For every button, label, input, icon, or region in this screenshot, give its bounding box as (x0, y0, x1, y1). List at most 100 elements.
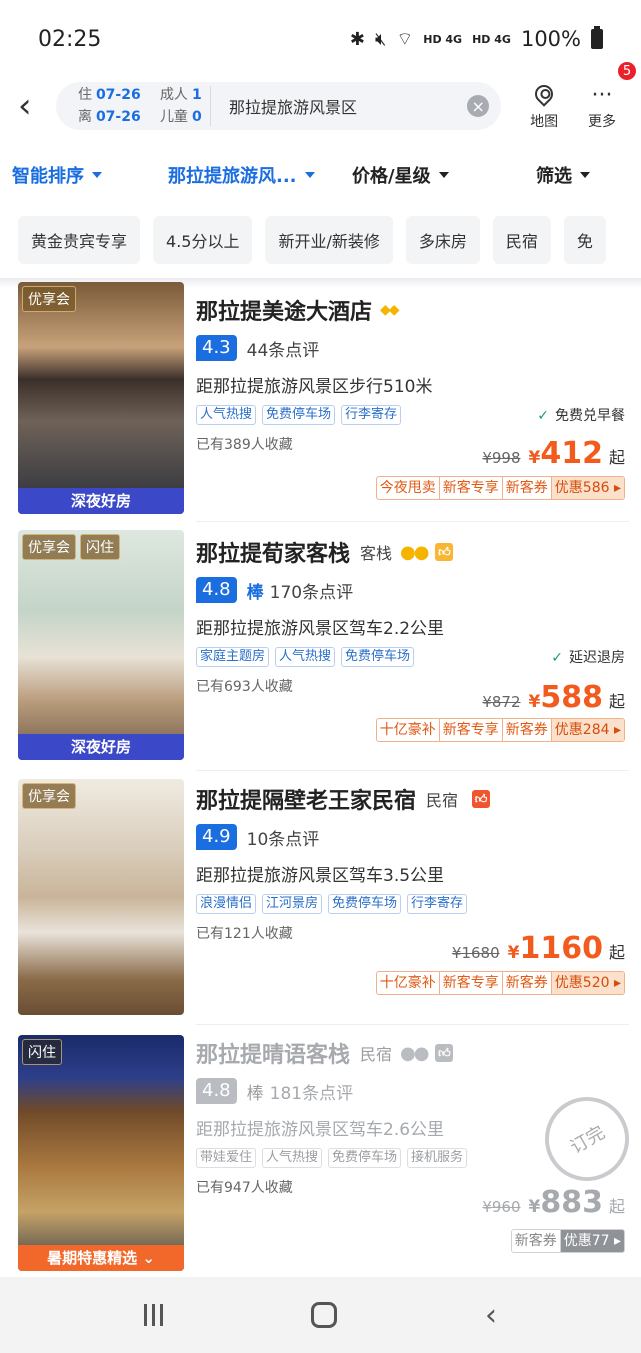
battery-level: 100% (520, 27, 581, 51)
search-header: ‹ 住 07-26 成人 1 离 07-26 儿童 0 那拉提旅游风景区 × 地图 ··… (0, 61, 641, 134)
currency: ¥ (507, 943, 520, 963)
hotel-photo[interactable]: 优享会 深夜好房 (18, 282, 184, 514)
photo-banner: 暑期特惠精选 ⌄ (18, 1245, 184, 1271)
price-row: ¥998 ¥ 412 起 (482, 436, 625, 471)
review-count: 44条点评 (246, 340, 320, 361)
photo-tag: 闪住 (22, 1039, 62, 1065)
feature-tag: 行李寄存 (407, 894, 468, 914)
network-1: HD 4G (423, 32, 463, 46)
sort-bar: 智能排序 那拉提旅游风... 价格/星级 筛选 (0, 134, 641, 216)
search-box[interactable]: 住 07-26 成人 1 离 07-26 儿童 0 那拉提旅游风景区 × (55, 82, 502, 130)
home-icon[interactable] (311, 1302, 337, 1328)
photo-tag: 优享会 (22, 783, 76, 809)
rating-score: 4.8 (196, 1078, 237, 1104)
checkout-date: 07-26 (95, 109, 141, 125)
photo-banner: 深夜好房 (18, 488, 184, 514)
promo-tags[interactable]: 十亿豪补 新客专享 新客券 优惠520 ▸ (375, 971, 625, 995)
feature-tag: 人气热搜 (196, 405, 257, 425)
map-button[interactable]: 地图 (515, 81, 573, 131)
search-keyword[interactable]: 那拉提旅游风景区 (229, 94, 467, 118)
price-suffix: 起 (608, 943, 625, 962)
chip-homestay[interactable]: 民宿 (492, 216, 551, 264)
clear-icon[interactable]: × (467, 95, 490, 117)
original-price: ¥998 (482, 449, 521, 467)
promo-tags[interactable]: 新客券 优惠77 ▸ (510, 1229, 625, 1253)
price: 588 (540, 680, 603, 715)
hotel-photo[interactable]: 优享会 (18, 779, 184, 1015)
chip-gold-vip[interactable]: 黄金贵宾专享 (18, 216, 141, 264)
thumbs-up-icon: 👍︎ (435, 543, 454, 561)
rating-row: 4.8 棒 170条点评 (196, 576, 625, 604)
sort-price-star[interactable]: 价格/星级 (352, 162, 536, 188)
promo-discount: 优惠586 ▸ (551, 477, 624, 499)
diamond-icon: ◆◆ (380, 302, 399, 318)
promo-tag: 新客券 (503, 477, 552, 499)
original-price: ¥872 (482, 693, 521, 711)
chip-multi-bed[interactable]: 多床房 (405, 216, 480, 264)
back-nav-icon[interactable]: ‹ (485, 1298, 497, 1333)
perk: ✓ 延迟退房 (551, 650, 625, 666)
chip-free[interactable]: 免 (563, 216, 606, 264)
back-icon[interactable]: ‹ (18, 89, 52, 123)
date-guest-selector[interactable]: 住 07-26 成人 1 离 07-26 儿童 0 (78, 84, 206, 128)
price-suffix: 起 (608, 692, 625, 711)
original-price: ¥960 (482, 1198, 521, 1216)
hotel-photo[interactable]: 优享会 闪住 深夜好房 (18, 530, 184, 760)
promo-discount: 优惠520 ▸ (551, 972, 624, 994)
check-icon: ✓ (537, 408, 549, 424)
feature-tag: 江河景房 (262, 894, 323, 914)
status-bar: 02:25 ✱ 🔇︎ ⌔ HD 4G HD 4G 100% (0, 0, 641, 78)
sort-location[interactable]: 那拉提旅游风... (168, 162, 352, 188)
promo-tag: 十亿豪补 (377, 972, 440, 994)
rating-grade: 棒 (246, 1083, 264, 1104)
sort-filter[interactable]: 筛选 (536, 162, 590, 188)
chip-rating[interactable]: 4.5分以上 (153, 216, 253, 264)
promo-tags[interactable]: 今夜甩卖 新客专享 新客券 优惠586 ▸ (375, 476, 625, 500)
wifi-icon: ⌔ (396, 28, 414, 50)
hotel-name: 那拉提美途大酒店 ◆◆ (196, 300, 400, 325)
system-nav-bar: ‹ (0, 1277, 641, 1353)
recents-icon[interactable] (144, 1304, 163, 1326)
promo-discount: 优惠77 ▸ (560, 1230, 624, 1252)
hotel-photo[interactable]: 闪住 暑期特惠精选 ⌄ (18, 1035, 184, 1271)
thumbs-up-icon: 👍︎ (472, 790, 491, 808)
feature-tag: 人气热搜 (262, 1148, 323, 1168)
hotel-card[interactable]: 优享会 深夜好房 那拉提美途大酒店 ◆◆ 4.3 44条点评 距那拉提旅游风景区步… (0, 278, 641, 522)
thumbs-up-icon: 👍︎ (435, 1044, 454, 1062)
photo-tag: 优享会 (22, 286, 76, 312)
hotel-card[interactable]: 优享会 那拉提隔壁老王家民宿 民宿 👍︎ 4.9 10条点评 距那拉提旅游风景区驾车… (0, 771, 641, 1025)
children-label: 儿童 (159, 109, 188, 125)
rating-grade: 棒 (246, 582, 264, 603)
promo-tag: 新客券 (503, 972, 552, 994)
chip-new-open[interactable]: 新开业/新装修 (265, 216, 393, 264)
review-count: 181条点评 (269, 1083, 354, 1104)
bluetooth-icon: ✱ (349, 28, 365, 50)
more-button[interactable]: ··· 更多 5 (573, 61, 637, 131)
caret-down-icon (304, 172, 315, 178)
price: 1160 (519, 931, 603, 966)
feature-tag: 免费停车场 (341, 647, 415, 667)
feature-tag: 浪漫情侣 (196, 894, 257, 914)
review-count: 170条点评 (269, 582, 354, 603)
sort-smart[interactable]: 智能排序 (12, 162, 168, 188)
promo-tag: 新客券 (512, 1230, 561, 1252)
hotel-type: 客栈 (360, 544, 393, 563)
promo-tags[interactable]: 十亿豪补 新客专享 新客券 优惠284 ▸ (375, 718, 625, 742)
rating-row: 4.3 44条点评 (196, 334, 625, 362)
price: 412 (540, 436, 603, 471)
hotel-card[interactable]: 优享会 闪住 深夜好房 那拉提荀家客栈 客栈 ●● 👍︎ 4.8 棒 170条点评 距… (0, 522, 641, 771)
distance: 距那拉提旅游风景区驾车3.5公里 (196, 866, 445, 886)
feature-tag: 带娃爱住 (196, 1148, 257, 1168)
caret-down-icon (92, 172, 102, 178)
perk: ✓ 免费兑早餐 (537, 408, 625, 424)
hotel-info: 那拉提美途大酒店 ◆◆ 4.3 44条点评 距那拉提旅游风景区步行510米 人气热… (184, 278, 625, 522)
feature-tags: 家庭主题房 人气热搜 免费停车场 ✓ 延迟退房 (196, 646, 625, 668)
feature-tag: 家庭主题房 (196, 647, 270, 667)
check-icon: ✓ (551, 650, 563, 666)
hotel-card[interactable]: 闪住 暑期特惠精选 ⌄ 那拉提晴语客栈 民宿 ●● 👍︎ 4.8 棒 181条点评 距… (0, 1025, 641, 1275)
price-suffix: 起 (608, 1197, 625, 1216)
divider (209, 86, 211, 126)
price-row: ¥960 ¥ 883 起 (482, 1185, 625, 1220)
hotel-name: 那拉提隔壁老王家民宿 民宿 👍︎ (196, 783, 625, 815)
chevron-down-icon: ⌄ (142, 1249, 155, 1267)
